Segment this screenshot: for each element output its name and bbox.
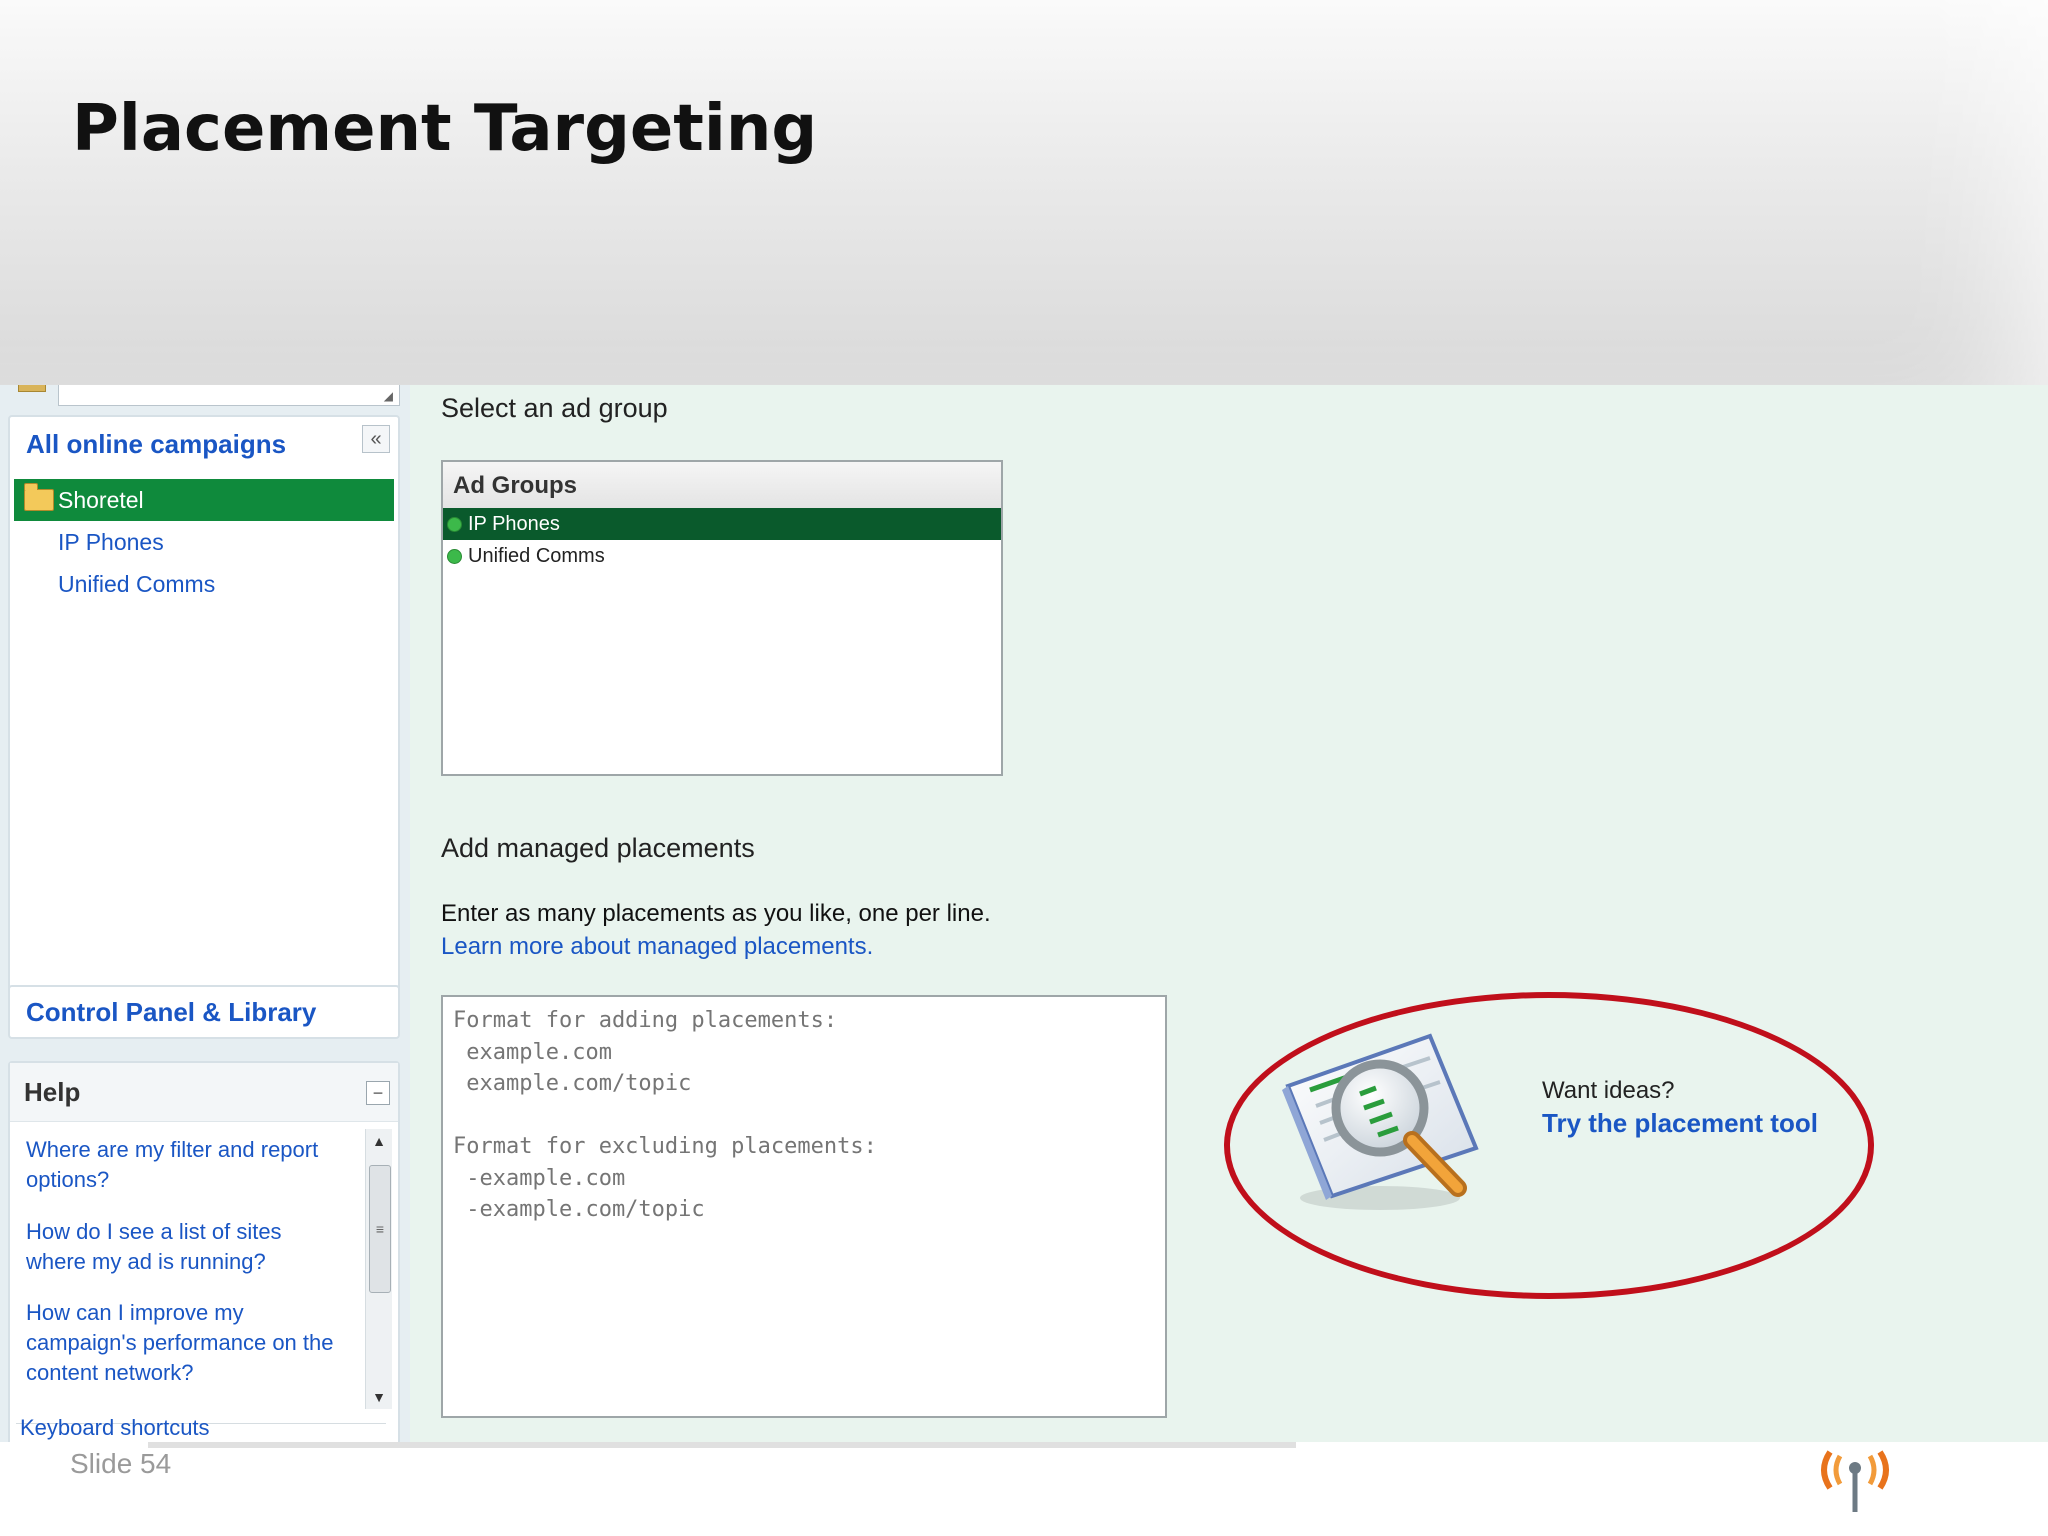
tree-item-shoretel[interactable]: Shoretel <box>14 479 394 521</box>
all-online-campaigns-link[interactable]: All online campaigns <box>26 429 286 460</box>
ad-groups-list: Ad Groups IP Phones Unified Comms <box>441 460 1003 776</box>
active-status-icon <box>447 516 462 532</box>
slide-label: Slide <box>70 1448 141 1479</box>
help-link-list-of-sites[interactable]: How do I see a list of sites where my ad… <box>26 1217 346 1277</box>
placement-tool-callout: Want ideas? Try the placement tool <box>1222 990 1887 1310</box>
scroll-thumb[interactable]: ≡ <box>369 1165 391 1293</box>
slide-number-value: 54 <box>140 1448 172 1479</box>
slide-title: Placement Targeting <box>72 92 818 166</box>
adwords-screenshot: ◢ All online campaigns « Shoretel IP Pho… <box>0 385 2048 1442</box>
antenna-logo-icon <box>1821 1450 1889 1512</box>
ad-groups-header-label: Ad Groups <box>453 472 577 499</box>
control-panel-library-link[interactable]: Control Panel & Library <box>26 997 316 1028</box>
ad-group-row-ip-phones[interactable]: IP Phones <box>443 508 1001 540</box>
minus-icon: − <box>372 1083 384 1103</box>
campaigns-panel: All online campaigns « Shoretel IP Phone… <box>8 415 400 993</box>
want-ideas-text: Want ideas? <box>1542 1077 1675 1104</box>
help-link-improve-performance[interactable]: How can I improve my campaign's performa… <box>26 1298 346 1388</box>
slide-header: Placement Targeting <box>0 0 2048 385</box>
keyboard-shortcuts-link[interactable]: Keyboard shortcuts <box>20 1415 210 1441</box>
placements-textarea[interactable] <box>441 995 1167 1418</box>
calendar-icon <box>18 385 46 392</box>
magnifier-report-icon[interactable] <box>1280 1028 1480 1218</box>
slide-footer: Slide 54 <box>0 1442 2048 1536</box>
active-status-icon <box>447 548 462 564</box>
ad-group-name: IP Phones <box>468 512 560 535</box>
add-managed-placements-heading: Add managed placements <box>441 833 755 863</box>
open-folder-icon <box>24 483 54 511</box>
control-panel-section: Control Panel & Library <box>8 985 400 1039</box>
placements-instructions: Enter as many placements as you like, on… <box>441 900 991 927</box>
left-sidebar: ◢ All online campaigns « Shoretel IP Pho… <box>0 385 410 1442</box>
collapse-sidebar-button[interactable]: « <box>362 425 390 453</box>
ad-group-row-unified-comms[interactable]: Unified Comms <box>443 540 1001 572</box>
scroll-up-arrow-icon[interactable]: ▲ <box>366 1129 392 1153</box>
ad-groups-header: Ad Groups <box>443 462 1001 509</box>
ad-group-name: Unified Comms <box>468 544 605 567</box>
placement-tool-link[interactable]: Try the placement tool <box>1542 1108 1818 1139</box>
minimize-help-button[interactable]: − <box>366 1081 390 1105</box>
tree-item-ip-phones[interactable]: IP Phones <box>58 529 164 556</box>
help-header: Help − <box>10 1063 398 1122</box>
help-title: Help <box>24 1077 81 1107</box>
select-ad-group-heading: Select an ad group <box>441 393 668 423</box>
double-chevron-left-icon: « <box>370 428 382 450</box>
help-panel: Help − Where are my filter and report op… <box>8 1061 400 1442</box>
help-link-filter-report[interactable]: Where are my filter and report options? <box>26 1135 346 1195</box>
sidebar-search-input[interactable]: ◢ <box>58 385 400 406</box>
scroll-down-arrow-icon[interactable]: ▼ <box>366 1385 392 1409</box>
slide-number: Slide 54 <box>70 1448 171 1480</box>
learn-more-link[interactable]: Learn more about managed placements. <box>441 933 873 961</box>
footer-rule <box>148 1442 1296 1448</box>
tree-item-label: Shoretel <box>58 486 144 513</box>
tree-item-unified-comms[interactable]: Unified Comms <box>58 571 215 598</box>
help-scrollbar[interactable]: ▲ ≡ ▼ <box>365 1129 392 1409</box>
resize-handle-icon: ◢ <box>383 389 393 403</box>
